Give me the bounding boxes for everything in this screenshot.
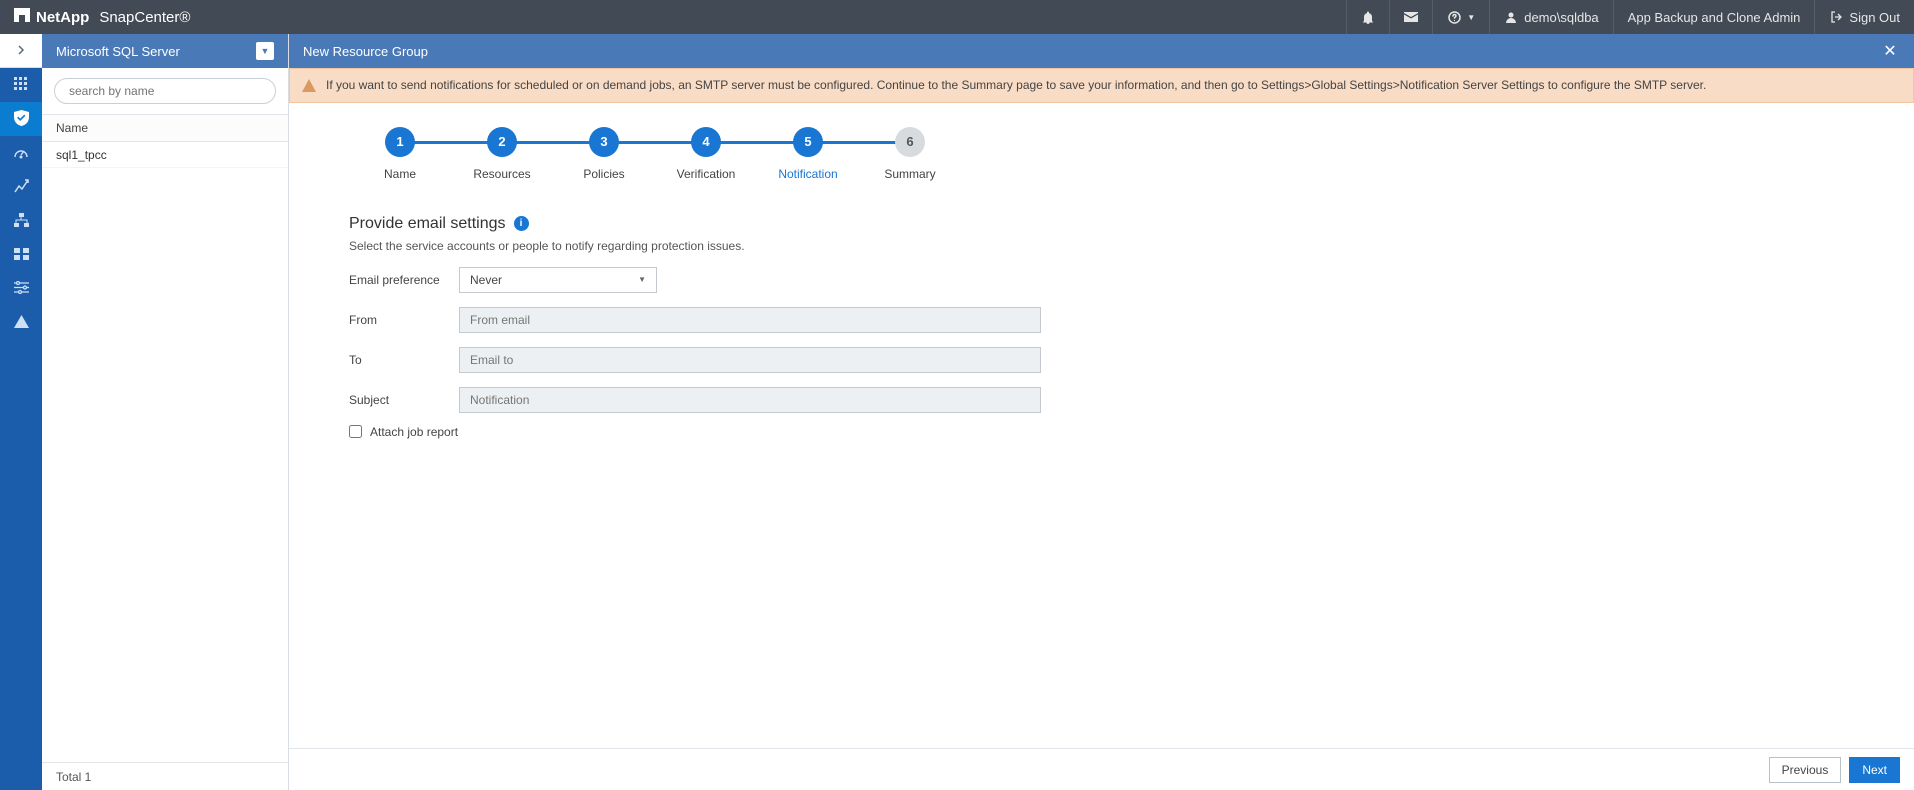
chevron-down-icon: ▼ bbox=[638, 275, 646, 284]
step-summary: 6Summary bbox=[859, 127, 961, 181]
alert-text: If you want to send notifications for sc… bbox=[326, 78, 1706, 92]
side-panel: Microsoft SQL Server ▼ Name sql1_tpcc To… bbox=[42, 34, 289, 790]
wizard-steps: 1Name 2Resources 3Policies 4Verification… bbox=[349, 127, 1854, 181]
to-input[interactable] bbox=[459, 347, 1041, 373]
subject-input[interactable] bbox=[459, 387, 1041, 413]
netapp-logo-icon bbox=[14, 8, 30, 26]
main-panel: New Resource Group ✕ If you want to send… bbox=[289, 34, 1914, 790]
email-preference-select[interactable]: Never ▼ bbox=[459, 267, 657, 293]
brand-company: NetApp bbox=[36, 9, 89, 26]
step-resources: 2Resources bbox=[451, 127, 553, 181]
wizard-footer: Previous Next bbox=[289, 748, 1914, 790]
close-icon: ✕ bbox=[1883, 41, 1896, 61]
nav-expand-button[interactable] bbox=[0, 34, 42, 68]
list-header-name: Name bbox=[42, 114, 288, 142]
subject-label: Subject bbox=[349, 393, 459, 407]
nav-storage[interactable] bbox=[0, 238, 42, 272]
nav-monitor[interactable] bbox=[0, 136, 42, 170]
step-name: 1Name bbox=[349, 127, 451, 181]
role-label: App Backup and Clone Admin bbox=[1628, 10, 1801, 25]
side-footer: Total 1 bbox=[42, 762, 288, 790]
storage-icon bbox=[14, 248, 29, 263]
step-policies: 3Policies bbox=[553, 127, 655, 181]
shield-check-icon bbox=[14, 110, 29, 129]
help-button[interactable]: ▼ bbox=[1432, 0, 1489, 34]
user-icon bbox=[1504, 10, 1518, 24]
nav-alerts[interactable] bbox=[0, 306, 42, 340]
brand-product: SnapCenter® bbox=[99, 9, 190, 26]
notifications-button[interactable] bbox=[1346, 0, 1389, 34]
brand: NetApp SnapCenter® bbox=[0, 8, 204, 26]
sign-out-button[interactable]: Sign Out bbox=[1814, 0, 1914, 34]
nav-reports[interactable] bbox=[0, 170, 42, 204]
side-title-text: Microsoft SQL Server bbox=[56, 44, 180, 59]
step-notification: 5Notification bbox=[757, 127, 859, 181]
nav-hosts[interactable] bbox=[0, 204, 42, 238]
attach-report-label: Attach job report bbox=[370, 425, 458, 439]
bell-icon bbox=[1361, 10, 1375, 24]
envelope-icon bbox=[1404, 10, 1418, 24]
list-item[interactable]: sql1_tpcc bbox=[42, 142, 288, 168]
plugin-dropdown-button[interactable]: ▼ bbox=[256, 42, 274, 60]
user-label: demo\sqldba bbox=[1524, 10, 1598, 25]
grid-icon bbox=[14, 77, 28, 94]
mail-button[interactable] bbox=[1389, 0, 1432, 34]
search-input[interactable] bbox=[54, 78, 276, 104]
chevron-down-icon: ▼ bbox=[261, 46, 270, 56]
role-label-wrap[interactable]: App Backup and Clone Admin bbox=[1613, 0, 1815, 34]
user-menu[interactable]: demo\sqldba bbox=[1489, 0, 1612, 34]
step-verification: 4Verification bbox=[655, 127, 757, 181]
help-icon bbox=[1447, 10, 1461, 24]
email-preference-label: Email preference bbox=[349, 273, 459, 287]
to-label: To bbox=[349, 353, 459, 367]
topology-icon bbox=[14, 213, 29, 230]
form-heading: Provide email settings i bbox=[349, 215, 1854, 233]
info-icon[interactable]: i bbox=[514, 216, 529, 231]
nav-dashboard[interactable] bbox=[0, 68, 42, 102]
side-title: Microsoft SQL Server ▼ bbox=[42, 34, 288, 68]
form-subheading: Select the service accounts or people to… bbox=[349, 239, 1854, 253]
alert-icon bbox=[14, 315, 29, 331]
signout-label: Sign Out bbox=[1849, 10, 1900, 25]
warning-icon bbox=[302, 79, 316, 97]
gauge-icon bbox=[13, 145, 29, 162]
nav-settings[interactable] bbox=[0, 272, 42, 306]
main-titlebar: New Resource Group ✕ bbox=[289, 34, 1914, 68]
chevron-down-icon: ▼ bbox=[1467, 13, 1475, 22]
topbar: NetApp SnapCenter® ▼ demo\sqldba App Bac… bbox=[0, 0, 1914, 34]
chevron-right-icon bbox=[17, 43, 25, 58]
nav-rail bbox=[0, 34, 42, 790]
smtp-alert: If you want to send notifications for sc… bbox=[289, 68, 1914, 103]
attach-report-checkbox[interactable] bbox=[349, 425, 362, 438]
chart-icon bbox=[14, 179, 29, 196]
close-button[interactable]: ✕ bbox=[1880, 41, 1900, 61]
nav-resources[interactable] bbox=[0, 102, 42, 136]
previous-button[interactable]: Previous bbox=[1769, 757, 1842, 783]
from-input[interactable] bbox=[459, 307, 1041, 333]
next-button[interactable]: Next bbox=[1849, 757, 1900, 783]
from-label: From bbox=[349, 313, 459, 327]
signout-icon bbox=[1829, 10, 1843, 24]
page-title: New Resource Group bbox=[303, 44, 428, 59]
sliders-icon bbox=[14, 281, 29, 297]
